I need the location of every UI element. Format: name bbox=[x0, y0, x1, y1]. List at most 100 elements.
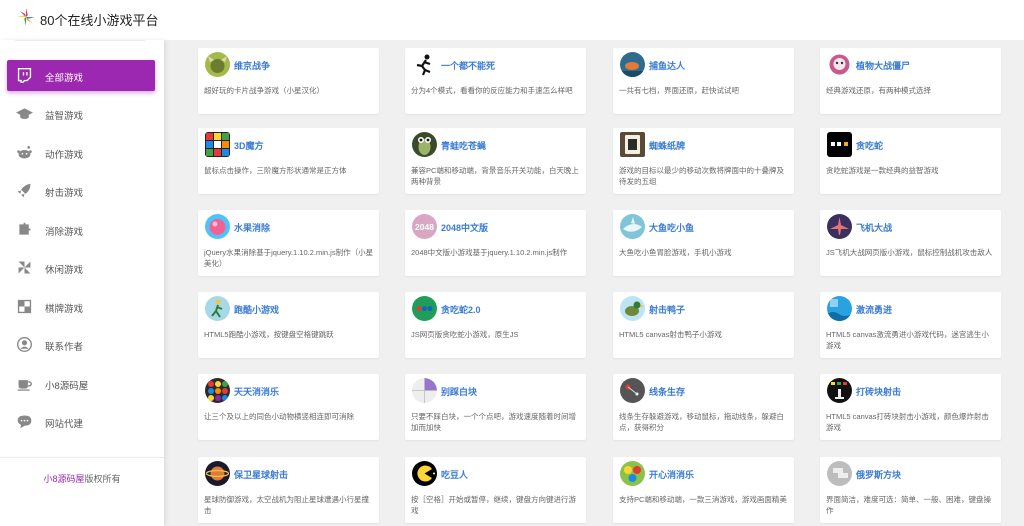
sidebar-item-board-games[interactable]: 棋牌游戏 bbox=[7, 291, 155, 322]
match3-icon bbox=[205, 378, 230, 403]
sidebar-item-label: 动作游戏 bbox=[45, 150, 84, 161]
game-card[interactable]: 2048 2048中文版 2048中文版小游戏基于jquery.1.10.2.m… bbox=[405, 210, 586, 276]
plane-icon bbox=[827, 214, 852, 239]
game-title: 飞机大战 bbox=[856, 223, 893, 233]
line-survive-icon bbox=[620, 378, 645, 403]
sidebar-item-label: 小8源码屋 bbox=[45, 381, 89, 392]
pinwheel-icon bbox=[18, 261, 31, 274]
sidebar-item-label: 益智游戏 bbox=[45, 111, 84, 122]
game-title: 打砖块射击 bbox=[856, 387, 902, 397]
game-card[interactable]: 射击鸭子 HTML5 canvas射击鸭子小游戏 bbox=[613, 292, 794, 358]
game-card[interactable]: 贪吃蛇2.0 JS网页版贪吃蛇小游戏，原生JS bbox=[405, 292, 586, 358]
sidebar-item-elimination-games[interactable]: 消除游戏 bbox=[7, 214, 155, 245]
game-card[interactable]: 一个都不能死 分为4个模式，看看你的反应能力和手速怎么样吧 bbox=[405, 48, 586, 114]
site-title: 80个在线小游戏平台 bbox=[40, 13, 159, 28]
zombie-icon bbox=[827, 52, 852, 77]
game-title: 保卫星球射击 bbox=[234, 470, 289, 480]
game-title: 水果消除 bbox=[234, 223, 271, 233]
game-description: 大鱼吃小鱼胃脸游戏，手机小游戏 bbox=[619, 248, 732, 257]
user-icon bbox=[17, 337, 32, 352]
reddit-alien-icon bbox=[17, 146, 32, 159]
game-description: 游戏的目标以最少的移动次数将牌面中的十叠牌及待发的五组 bbox=[619, 166, 784, 186]
piano-tiles-icon bbox=[412, 378, 437, 403]
parkour-icon bbox=[205, 296, 230, 321]
game-card[interactable]: 别踩白块 只要不踩白块，一个个点吧，游戏速度随着时间增加而加快 bbox=[405, 374, 586, 440]
sidebar-item-casual-games[interactable]: 休闲游戏 bbox=[7, 252, 155, 283]
game-description: 星球防御游戏，太空战机为阻止星球遭遇小行星撞击 bbox=[204, 495, 369, 515]
game-card[interactable]: 打砖块射击 HTML5 canvas打砖块射击小游戏，颜色爆炸射击游戏 bbox=[820, 374, 1001, 440]
sidebar-item-action-games[interactable]: 动作游戏 bbox=[7, 137, 155, 168]
board-icon bbox=[17, 299, 32, 314]
viking-icon bbox=[205, 52, 230, 77]
sidebar-item-label: 射击游戏 bbox=[45, 188, 84, 199]
game-card[interactable]: 3D魔方 鼠标点击操作，三阶魔方形状通常是正方体 bbox=[198, 128, 379, 194]
game-card[interactable]: 跑酷小游戏 HTML5跑酷小游戏，按键盘空格键跳跃 bbox=[198, 292, 379, 358]
game-card[interactable]: 俄罗斯方块 界面简洁，难度可选：简单、一般、困难，键盘操作 bbox=[820, 457, 1001, 523]
copyright: 小8源码屋版权所有 bbox=[0, 472, 164, 485]
game-title: 跑酷小游戏 bbox=[234, 305, 280, 315]
rubiks-cube-icon bbox=[205, 132, 230, 157]
pacman-icon bbox=[412, 461, 437, 486]
game-card[interactable]: 水果消除 jQuery水果消除基于jquery.1.10.2.min.js制作（… bbox=[198, 210, 379, 276]
shark-icon bbox=[620, 214, 645, 239]
snake2-icon bbox=[412, 296, 437, 321]
game-description: 按［空格］开始或暂停，继续，键盘方向键进行游戏 bbox=[411, 495, 576, 515]
game-card[interactable]: 蜘蛛纸牌 游戏的目标以最少的移动次数将牌面中的十叠牌及待发的五组 bbox=[613, 128, 794, 194]
planet-icon bbox=[205, 461, 230, 486]
game-title: 吃豆人 bbox=[441, 470, 469, 480]
game-title: 开心消消乐 bbox=[649, 470, 695, 480]
game-card[interactable]: 保卫星球射击 星球防御游戏，太空战机为阻止星球遭遇小行星撞击 bbox=[198, 457, 379, 523]
game-description: 经典游戏还原，有两种模式选择 bbox=[826, 86, 931, 95]
game-description: HTML5 canvas打砖块射击小游戏，颜色爆炸射击游戏 bbox=[826, 412, 989, 432]
game-title: 俄罗斯方块 bbox=[856, 470, 902, 480]
game-description: 让三个及以上的同色小动物横竖相连即可消除 bbox=[204, 412, 354, 421]
game-card[interactable]: 青蛙吃苍蝇 兼容PC端和移动端，背景音乐开关功能，白天晚上两种背景 bbox=[405, 128, 586, 194]
game-card[interactable]: 大鱼吃小鱼 大鱼吃小鱼胃脸游戏，手机小游戏 bbox=[613, 210, 794, 276]
top-bar: 80个在线小游戏平台 bbox=[0, 0, 1024, 40]
game-card[interactable]: 吃豆人 按［空格］开始或暂停，继续，键盘方向键进行游戏 bbox=[405, 457, 586, 523]
sidebar-item-puzzle-games[interactable]: 益智游戏 bbox=[7, 98, 155, 129]
game-card[interactable]: 激流勇进 HTML5 canvas激流勇进小游戏代码，迷宫逃生小游戏 bbox=[820, 292, 1001, 358]
graduation-cap-icon bbox=[16, 108, 33, 120]
sidebar-item-all-games[interactable]: 全部游戏 bbox=[7, 60, 155, 91]
duck-icon bbox=[620, 296, 645, 321]
game-description: 一共有七档，界面还原，赶快试试吧 bbox=[619, 86, 739, 95]
game-card[interactable]: 贪吃蛇 贪吃蛇游戏是一款经典的益智游戏 bbox=[820, 128, 1001, 194]
game-description: JS飞机大战网页版小游戏，鼠标控制战机攻击敌人 bbox=[826, 248, 993, 257]
logo-icon bbox=[17, 8, 35, 26]
game-title: 大鱼吃小鱼 bbox=[649, 223, 695, 233]
puzzle-icon bbox=[19, 222, 31, 235]
rapids-icon bbox=[827, 296, 852, 321]
brick-icon bbox=[827, 378, 852, 403]
sidebar-item-contact-author[interactable]: 联系作者 bbox=[7, 329, 155, 360]
game-card[interactable]: 维京战争 超好玩的卡片战争游戏（小星汉化） bbox=[198, 48, 379, 114]
sidebar-item-shooting-games[interactable]: 射击游戏 bbox=[7, 175, 155, 206]
game-description: 界面简洁，难度可选：简单、一般、困难，键盘操作 bbox=[826, 495, 991, 515]
game-description: 线条生存躲避游戏，移动鼠标，拖动线条，躲避白点，获得积分 bbox=[619, 412, 784, 432]
game-description: 分为4个模式，看看你的反应能力和手速怎么样吧 bbox=[411, 86, 573, 95]
game-title: 蜘蛛纸牌 bbox=[649, 141, 686, 151]
rocket-icon bbox=[17, 183, 31, 198]
game-card[interactable]: 捕鱼达人 一共有七档，界面还原，赶快试试吧 bbox=[613, 48, 794, 114]
game-card[interactable]: 线条生存 线条生存躲避游戏，移动鼠标，拖动线条，躲避白点，获得积分 bbox=[613, 374, 794, 440]
game-card[interactable]: 植物大战僵尸 经典游戏还原，有两种模式选择 bbox=[820, 48, 1001, 114]
sidebar-item-site-building[interactable]: 网站代建 bbox=[7, 406, 155, 437]
game-card[interactable]: 天天消消乐 让三个及以上的同色小动物横竖相连即可消除 bbox=[198, 374, 379, 440]
sidebar-item-source-house[interactable]: 小8源码屋 bbox=[7, 368, 155, 399]
game-title: 贪吃蛇2.0 bbox=[441, 305, 481, 315]
sidebar-footer-divider bbox=[0, 457, 164, 458]
sidebar-item-label: 休闲游戏 bbox=[45, 265, 84, 276]
game-title: 天天消消乐 bbox=[234, 387, 280, 397]
snake-icon bbox=[827, 132, 852, 157]
game-card[interactable]: 飞机大战 JS飞机大战网页版小游戏，鼠标控制战机攻击敌人 bbox=[820, 210, 1001, 276]
sidebar-divider bbox=[15, 40, 145, 41]
2048-icon: 2048 bbox=[412, 214, 437, 239]
game-card[interactable]: 开心消消乐 支持PC端和移动端，一款三消游戏，游戏画面精美 bbox=[613, 457, 794, 523]
runner-icon bbox=[412, 52, 437, 77]
sidebar-item-label: 网站代建 bbox=[45, 419, 84, 430]
game-description: 2048中文版小游戏基于jquery.1.10.2.min.js制作 bbox=[411, 248, 568, 257]
2048-badge-text: 2048 bbox=[415, 222, 434, 232]
game-title: 激流勇进 bbox=[856, 305, 893, 315]
copyright-brand-link[interactable]: 小8源码屋 bbox=[43, 474, 84, 484]
game-title: 3D魔方 bbox=[234, 141, 264, 151]
